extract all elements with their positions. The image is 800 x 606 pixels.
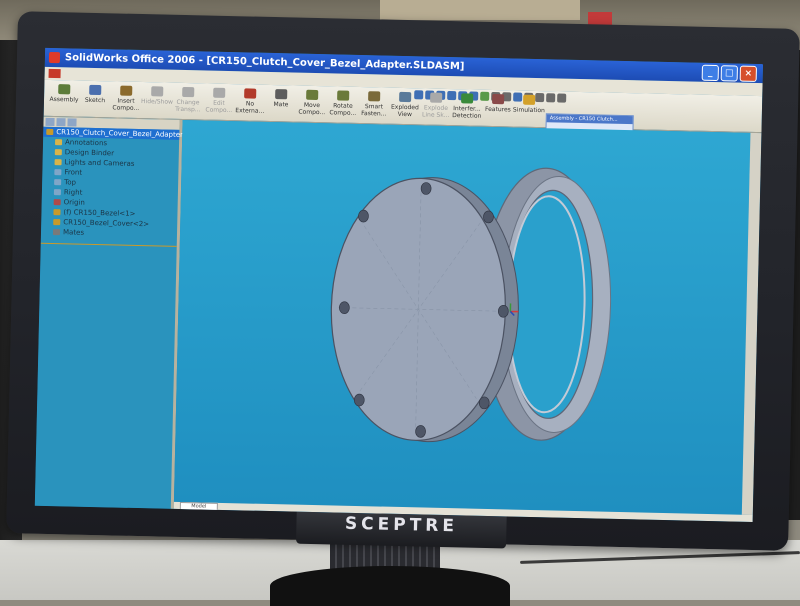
graphics-area[interactable] xyxy=(174,120,751,515)
toolbar-button-label: Mate xyxy=(273,101,288,108)
configuration-manager-tab[interactable] xyxy=(67,118,76,126)
solidworks-menu-logo[interactable] xyxy=(49,69,61,78)
toolbar-button-3[interactable]: Hide/Show xyxy=(141,84,174,117)
tree-node-icon xyxy=(46,129,53,135)
tree-item-label: Right xyxy=(64,188,83,196)
tree-node-icon xyxy=(54,189,61,195)
mate-icon xyxy=(275,89,287,99)
tree-items: CR150_Clutch_Cover_Bezel_AdapterAnnotati… xyxy=(41,127,179,240)
toolbar-button-8[interactable]: Move Compo... xyxy=(296,88,329,121)
toolbar-button-12[interactable]: Explode Line Sk... xyxy=(420,90,453,123)
features-icon xyxy=(492,94,504,104)
sketch-icon xyxy=(89,85,101,95)
toolbar-button-label: Simulation xyxy=(513,106,545,114)
toolbar-button-11[interactable]: Exploded View xyxy=(389,90,422,123)
interference-icon xyxy=(461,93,473,103)
close-button[interactable]: × xyxy=(740,66,757,82)
tree-item-label: Origin xyxy=(64,198,85,206)
toolbar-button-label: Smart Fasten... xyxy=(361,103,386,117)
toolbar-button-1[interactable]: Sketch xyxy=(79,83,112,116)
monitor: SCEPTRE SolidWorks Office 2006 - [CR150_… xyxy=(6,11,800,551)
tree-node-icon xyxy=(53,219,60,225)
toolbar-button-label: Assembly xyxy=(49,96,78,104)
monitor-stand-base xyxy=(270,566,510,606)
hide-show-icon xyxy=(151,86,163,96)
model-tab[interactable]: Model xyxy=(180,502,218,512)
toolbar-button-label: Hide/Show xyxy=(141,98,173,106)
toolbar-button-5[interactable]: Edit Compo... xyxy=(203,85,236,118)
minimize-button[interactable]: _ xyxy=(702,65,719,81)
toolbar-button-4[interactable]: Change Transp... xyxy=(172,85,205,118)
toolbar-button-label: No Externa... xyxy=(235,100,264,114)
solidworks-icon xyxy=(49,52,60,63)
toolbar-button-0[interactable]: Assembly xyxy=(48,82,81,115)
tree-item-label: Front xyxy=(64,168,82,176)
maximize-button[interactable]: □ xyxy=(721,65,738,81)
toolbar-button-label: Change Transp... xyxy=(175,99,201,114)
perspective-icon[interactable] xyxy=(546,93,555,102)
tree-item[interactable]: Mates xyxy=(41,227,177,240)
rollback-bar[interactable] xyxy=(41,243,177,247)
property-manager-tab[interactable] xyxy=(56,118,65,126)
tree-node-icon xyxy=(54,169,61,175)
toolbar-button-label: Insert Compo... xyxy=(112,97,139,111)
toolbar-button-label: Exploded View xyxy=(391,104,419,118)
assembly-icon xyxy=(58,84,70,94)
explode-line-icon xyxy=(430,93,442,103)
tree-node-icon xyxy=(54,199,61,205)
assembly-model xyxy=(174,120,751,515)
tree-node-icon xyxy=(53,209,60,215)
insert-component-icon xyxy=(120,86,132,96)
transparency-icon xyxy=(182,87,194,97)
toolbar-button-label: Edit Compo... xyxy=(205,100,232,114)
toolbar-button-label: Move Compo... xyxy=(298,102,325,116)
feature-manager-tree: CR150_Clutch_Cover_Bezel_AdapterAnnotati… xyxy=(35,117,183,509)
screen: SolidWorks Office 2006 - [CR150_Clutch_C… xyxy=(35,48,763,522)
rotate-component-icon xyxy=(337,90,349,100)
toolbar-button-15[interactable]: Simulation xyxy=(513,92,546,125)
toolbar-button-label: Features xyxy=(485,106,511,114)
tree-item-label: Design Binder xyxy=(65,148,114,157)
exploded-view-icon xyxy=(399,92,411,102)
tree-item-label: Lights and Cameras xyxy=(65,158,135,168)
tree-node-icon xyxy=(55,159,62,165)
toolbar-button-14[interactable]: Features xyxy=(482,92,515,125)
tree-node-icon xyxy=(55,149,62,155)
toolbar-button-13[interactable]: Interfer... Detection xyxy=(451,91,484,124)
shadow-icon[interactable] xyxy=(557,93,566,102)
simulation-icon xyxy=(523,95,535,105)
tree-node-icon xyxy=(53,229,60,235)
edit-component-icon xyxy=(213,88,225,98)
tree-node-icon xyxy=(55,139,62,145)
window-controls: _ □ × xyxy=(702,65,757,82)
toolbar-button-6[interactable]: No Externa... xyxy=(234,86,267,119)
property-panel-title: Assembly - CR150 Clutch... xyxy=(547,114,633,124)
feature-manager-tab[interactable] xyxy=(45,118,54,126)
toolbar-button-9[interactable]: Rotate Compo... xyxy=(327,88,360,121)
toolbar-button-7[interactable]: Mate xyxy=(265,87,298,120)
toolbar-button-label: Interfer... Detection xyxy=(452,105,481,120)
no-external-icon xyxy=(244,88,256,98)
tree-node-icon xyxy=(54,179,61,185)
tree-item-label: Annotations xyxy=(65,138,107,147)
toolbar-button-label: Explode Line Sk... xyxy=(422,104,450,119)
toolbar-button-2[interactable]: Insert Compo... xyxy=(110,83,143,116)
move-component-icon xyxy=(306,90,318,100)
monitor-brand-logo: SCEPTRE xyxy=(296,513,506,538)
toolbar-button-label: Sketch xyxy=(85,97,105,104)
toolbar-button-label: Rotate Compo... xyxy=(329,102,356,117)
tree-item-label: Mates xyxy=(63,228,84,236)
background-shelf xyxy=(380,0,580,20)
tree-item-label: Top xyxy=(64,178,76,186)
smart-fastener-icon xyxy=(368,91,380,101)
toolbar-button-10[interactable]: Smart Fasten... xyxy=(358,89,391,122)
tree-item-label: (f) CR150_Bezel<1> xyxy=(63,208,135,218)
